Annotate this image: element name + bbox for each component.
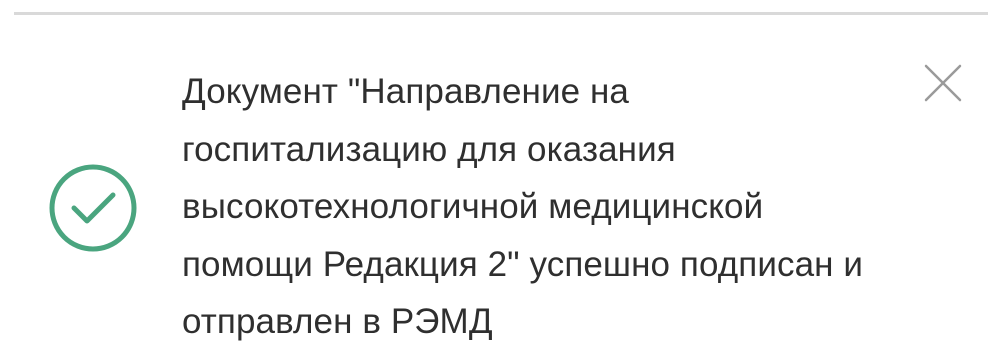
success-notification: Документ "Направление на госпитализацию … — [0, 0, 988, 347]
close-icon — [921, 61, 965, 110]
notification-message: Документ "Направление на госпитализацию … — [182, 72, 864, 341]
check-circle-icon — [47, 162, 139, 254]
close-button[interactable] — [916, 58, 970, 112]
